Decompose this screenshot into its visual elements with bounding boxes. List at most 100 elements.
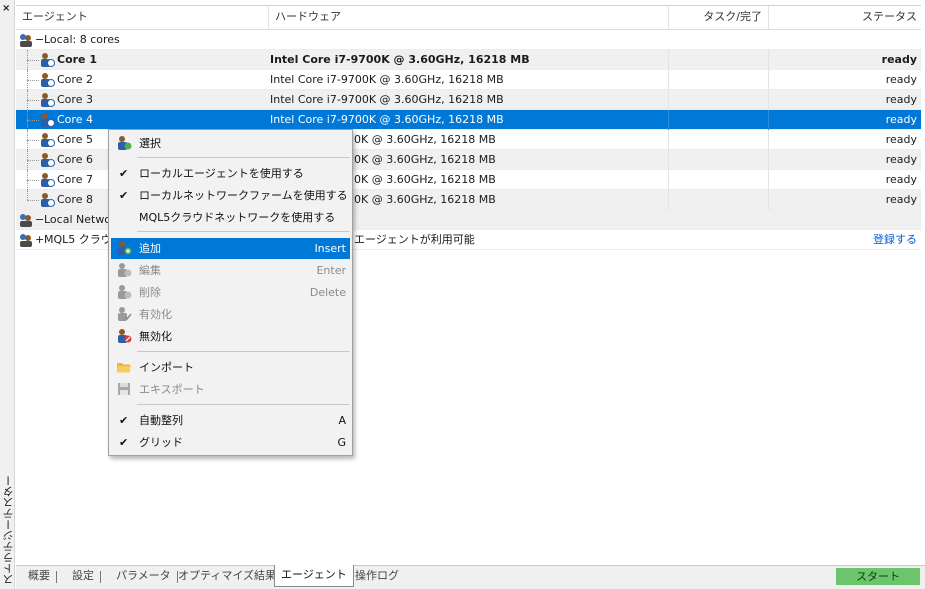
menu-item-use-local[interactable]: ✔ ローカルエージェントを使用する bbox=[111, 163, 350, 184]
agent-row-core-1[interactable]: Core 1 Intel Core i7-9700K @ 3.60GHz, 16… bbox=[16, 50, 921, 70]
check-icon: ✔ bbox=[119, 436, 129, 449]
agent-name: Core 1 bbox=[57, 53, 97, 66]
tab-journal[interactable]: 操作ログ bbox=[349, 566, 405, 588]
agent-status: ready bbox=[768, 150, 921, 170]
table-header: エージェント ハードウェア タスク/完了 ステータス bbox=[16, 6, 921, 30]
group-label: Local Netwo bbox=[44, 213, 112, 226]
agent-icon bbox=[41, 113, 55, 127]
agent-task bbox=[668, 190, 766, 210]
tab-settings[interactable]: 設定 bbox=[66, 566, 101, 588]
agent-status: ready bbox=[768, 50, 921, 70]
agent-name: Core 3 bbox=[57, 93, 93, 106]
check-icon: ✔ bbox=[119, 189, 129, 202]
check-icon: ✔ bbox=[119, 414, 129, 427]
agent-task bbox=[668, 70, 766, 90]
menu-separator bbox=[137, 404, 350, 405]
agent-task bbox=[668, 90, 766, 110]
menu-item-edit[interactable]: 編集 Enter bbox=[111, 260, 350, 281]
col-header-task[interactable]: タスク/完了 bbox=[668, 6, 768, 30]
group-label: Local: 8 cores bbox=[44, 33, 120, 46]
agent-hardware: 0K @ 3.60GHz, 16218 MB bbox=[354, 193, 496, 206]
agent-hardware: Intel Core i7-9700K @ 3.60GHz, 16218 MB bbox=[270, 73, 504, 86]
agent-icon bbox=[41, 193, 55, 207]
menu-item-disable[interactable]: 無効化 bbox=[111, 326, 350, 347]
col-header-agent[interactable]: エージェント bbox=[16, 6, 268, 30]
group-label: MQL5 クラウ bbox=[44, 233, 112, 246]
close-icon[interactable]: × bbox=[2, 4, 10, 14]
menu-separator bbox=[137, 351, 350, 352]
agent-group-icon bbox=[20, 214, 32, 227]
start-button[interactable]: スタート bbox=[836, 568, 920, 585]
agent-icon bbox=[41, 53, 55, 67]
tab-overview[interactable]: 概要 bbox=[22, 566, 57, 588]
agent-name: Core 6 bbox=[57, 153, 93, 166]
menu-separator bbox=[137, 231, 350, 232]
agent-icon bbox=[41, 133, 55, 147]
agent-select-icon bbox=[118, 136, 132, 150]
bottom-tab-bar: 概要 設定 パラメータ オプティマイズ結果 エージェント 操作ログ bbox=[16, 565, 925, 589]
menu-item-import[interactable]: インポート bbox=[111, 357, 350, 378]
expander[interactable]: − bbox=[35, 30, 44, 50]
strategy-tester-window: × ストラテジーテスター エージェント ハードウェア タスク/完了 ステータス … bbox=[0, 0, 925, 589]
agent-task bbox=[668, 130, 766, 150]
col-header-status[interactable]: ステータス bbox=[768, 6, 921, 30]
tab-parameters[interactable]: パラメータ bbox=[110, 566, 178, 588]
menu-item-add[interactable]: 追加 Insert bbox=[111, 238, 350, 259]
agent-status: ready bbox=[768, 170, 921, 190]
agent-name: Core 5 bbox=[57, 133, 93, 146]
agent-task bbox=[668, 50, 766, 70]
agent-hardware: 0K @ 3.60GHz, 16218 MB bbox=[354, 153, 496, 166]
agent-add-icon bbox=[118, 241, 132, 255]
expander[interactable]: − bbox=[35, 210, 44, 230]
tab-optimization-results[interactable]: オプティマイズ結果 bbox=[172, 566, 284, 588]
menu-item-select[interactable]: 選択 bbox=[111, 133, 350, 154]
agent-hardware: 0K @ 3.60GHz, 16218 MB bbox=[354, 133, 496, 146]
panel-title: ストラテジーテスター bbox=[2, 475, 15, 585]
agent-icon bbox=[41, 153, 55, 167]
menu-item-grid[interactable]: ✔ グリッド G bbox=[111, 432, 350, 453]
agent-name: Core 2 bbox=[57, 73, 93, 86]
agent-delete-icon bbox=[118, 285, 132, 299]
register-link[interactable]: 登録する bbox=[768, 230, 921, 250]
agent-name: Core 4 bbox=[57, 113, 93, 126]
check-icon: ✔ bbox=[119, 167, 129, 180]
agent-task bbox=[668, 170, 766, 190]
agent-icon bbox=[41, 73, 55, 87]
menu-item-use-cloud[interactable]: MQL5クラウドネットワークを使用する bbox=[111, 207, 350, 228]
agent-hardware: Intel Core i7-9700K @ 3.60GHz, 16218 MB bbox=[270, 53, 530, 66]
agent-task bbox=[668, 150, 766, 170]
group-row-local[interactable]: − Local: 8 cores bbox=[16, 30, 921, 50]
agent-icon bbox=[41, 173, 55, 187]
agent-status: ready bbox=[768, 130, 921, 150]
agent-hardware: Intel Core i7-9700K @ 3.60GHz, 16218 MB bbox=[270, 113, 504, 126]
menu-item-enable[interactable]: 有効化 bbox=[111, 304, 350, 325]
agent-hardware: 0K @ 3.60GHz, 16218 MB bbox=[354, 173, 496, 186]
expander[interactable]: + bbox=[35, 230, 44, 250]
mql5-availability-text: エージェントが利用可能 bbox=[354, 233, 475, 246]
col-header-hardware[interactable]: ハードウェア bbox=[268, 6, 668, 30]
agent-group-icon bbox=[20, 34, 32, 47]
agent-task bbox=[668, 110, 766, 130]
agent-name: Core 7 bbox=[57, 173, 93, 186]
agent-edit-icon bbox=[118, 263, 132, 277]
agent-enable-icon bbox=[118, 307, 132, 321]
agent-hardware: Intel Core i7-9700K @ 3.60GHz, 16218 MB bbox=[270, 93, 504, 106]
agent-status: ready bbox=[768, 110, 921, 130]
agent-status: ready bbox=[768, 90, 921, 110]
agent-row-core-2[interactable]: Core 2 Intel Core i7-9700K @ 3.60GHz, 16… bbox=[16, 70, 921, 90]
agent-name: Core 8 bbox=[57, 193, 93, 206]
tab-agents[interactable]: エージェント bbox=[274, 565, 354, 587]
menu-item-export[interactable]: エキスポート bbox=[111, 379, 350, 400]
agent-row-core-4[interactable]: Core 4 Intel Core i7-9700K @ 3.60GHz, 16… bbox=[16, 110, 921, 130]
agent-status: ready bbox=[768, 70, 921, 90]
folder-open-icon bbox=[117, 363, 131, 373]
menu-item-delete[interactable]: 削除 Delete bbox=[111, 282, 350, 303]
menu-separator bbox=[137, 157, 350, 158]
agent-group-icon bbox=[20, 234, 32, 247]
menu-item-use-network[interactable]: ✔ ローカルネットワークファームを使用する bbox=[111, 185, 350, 206]
menu-item-auto-arrange[interactable]: ✔ 自動整列 A bbox=[111, 410, 350, 431]
agent-disable-icon bbox=[118, 329, 132, 343]
side-panel: × ストラテジーテスター bbox=[0, 0, 15, 589]
agent-row-core-3[interactable]: Core 3 Intel Core i7-9700K @ 3.60GHz, 16… bbox=[16, 90, 921, 110]
agent-icon bbox=[41, 93, 55, 107]
